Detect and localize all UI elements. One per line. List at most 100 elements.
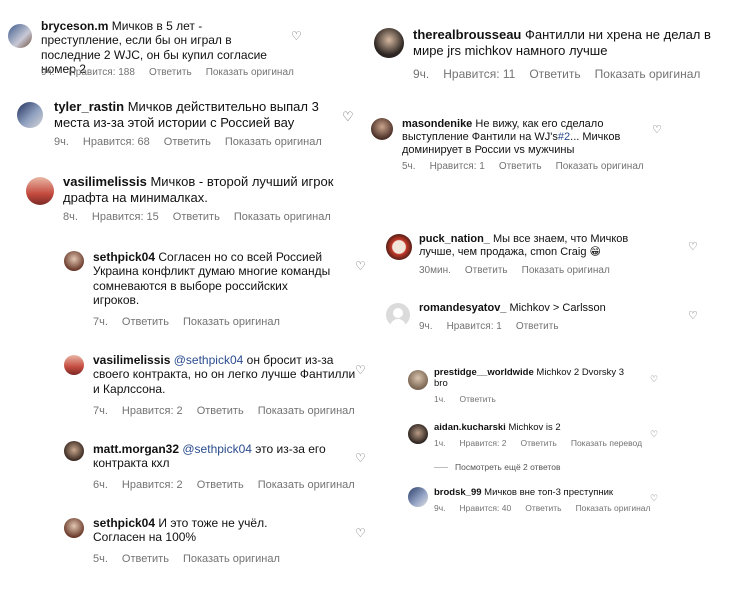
show-original-button[interactable]: Показать оригинал: [258, 405, 355, 417]
reply-button[interactable]: Ответить: [149, 67, 192, 78]
comment-username[interactable]: matt.morgan32: [93, 442, 179, 456]
heart-outline-icon[interactable]: ♡: [291, 30, 302, 42]
heart-outline-icon[interactable]: ♡: [355, 527, 366, 539]
comment-time: 9ч.: [54, 136, 69, 148]
reply-button[interactable]: Ответить: [465, 265, 508, 276]
comment-time: 7ч.: [93, 316, 108, 328]
comment-meta: 9ч. Нравится: 40 Ответить Показать оригинал: [434, 503, 665, 513]
reply-button[interactable]: Ответить: [164, 136, 211, 148]
mention-link[interactable]: @sethpick04: [182, 442, 252, 456]
show-original-button[interactable]: Показать оригинал: [556, 161, 644, 172]
hashtag-link[interactable]: #2: [558, 131, 570, 143]
person-body-icon: [390, 319, 406, 327]
heart-outline-icon[interactable]: ♡: [688, 242, 698, 253]
show-original-button[interactable]: Показать оригинал: [225, 136, 322, 148]
show-original-button[interactable]: Показать оригинал: [576, 503, 651, 513]
comment-meta: 8ч. Нравится: 15 Ответить Показать оригинал: [63, 211, 345, 223]
comment-username[interactable]: prestidge__worldwide: [434, 367, 534, 378]
reply-button[interactable]: Ответить: [197, 479, 244, 491]
comment-likes[interactable]: Нравится: 1: [430, 161, 485, 172]
avatar[interactable]: [64, 518, 84, 538]
comment-username[interactable]: puck_nation_: [419, 233, 490, 245]
comment-likes[interactable]: Нравится: 15: [92, 211, 159, 223]
comment-likes[interactable]: Нравится: 2: [460, 438, 507, 448]
heart-outline-icon[interactable]: ♡: [688, 311, 698, 322]
comment-username[interactable]: tyler_rastin: [54, 99, 124, 114]
reply-button[interactable]: Ответить: [197, 405, 244, 417]
show-original-button[interactable]: Показать оригинал: [183, 316, 280, 328]
reply-button[interactable]: Ответить: [516, 321, 559, 332]
comment-time: 6ч.: [93, 479, 108, 491]
comment-meta: 1ч. Нравится: 2 Ответить Показать перевод: [434, 438, 656, 448]
mention-link[interactable]: @sethpick04: [174, 353, 244, 367]
comment-likes[interactable]: Нравится: 1: [447, 321, 502, 332]
reply-button[interactable]: Ответить: [529, 67, 580, 81]
comment-likes[interactable]: Нравится: 68: [83, 136, 150, 148]
heart-outline-icon[interactable]: ♡: [650, 494, 658, 503]
heart-outline-icon[interactable]: ♡: [355, 452, 366, 464]
heart-outline-icon[interactable]: ♡: [355, 260, 366, 272]
show-translation-button[interactable]: Показать перевод: [571, 438, 642, 448]
comment-meta: 5ч. Нравится: 1 Ответить Показать оригинал: [402, 161, 658, 172]
comment-likes[interactable]: Нравится: 40: [460, 503, 512, 513]
comment-username[interactable]: vasilimelissis: [93, 353, 170, 367]
avatar[interactable]: [26, 177, 54, 205]
avatar[interactable]: [64, 355, 84, 375]
comment-username[interactable]: romandesyatov_: [419, 302, 506, 314]
avatar[interactable]: [408, 370, 428, 390]
avatar[interactable]: [408, 487, 428, 507]
comment-username[interactable]: aidan.kucharski: [434, 422, 506, 433]
avatar[interactable]: [64, 441, 84, 461]
comment-time: 9ч.: [413, 67, 430, 81]
comment-username[interactable]: bryceson.m: [41, 19, 108, 33]
comment-time: 9ч.: [41, 67, 55, 78]
reply-button[interactable]: Ответить: [460, 394, 496, 404]
view-more-replies-button[interactable]: Посмотреть ещё 2 ответов: [455, 462, 560, 472]
comment-username[interactable]: sethpick04: [93, 516, 155, 530]
comment-username[interactable]: sethpick04: [93, 250, 155, 264]
comment-text: Michkov is 2: [508, 422, 561, 433]
comment-meta: 9ч. Нравится: 1 Ответить: [419, 321, 573, 332]
avatar-placeholder[interactable]: [386, 303, 410, 327]
heart-outline-icon[interactable]: ♡: [652, 125, 662, 136]
avatar[interactable]: [64, 251, 84, 271]
comment-text: Мичков вне топ-3 преступник: [484, 487, 614, 498]
reply-button[interactable]: Ответить: [521, 438, 557, 448]
avatar[interactable]: [371, 118, 393, 140]
show-original-button[interactable]: Показать оригинал: [234, 211, 331, 223]
avatar[interactable]: [374, 28, 404, 58]
avatar[interactable]: [408, 424, 428, 444]
heart-outline-icon[interactable]: ♡: [650, 430, 658, 439]
comment-username[interactable]: therealbrousseau: [413, 27, 521, 42]
reply-button[interactable]: Ответить: [122, 316, 169, 328]
show-original-button[interactable]: Показать оригинал: [522, 265, 610, 276]
comment-likes[interactable]: Нравится: 11: [443, 67, 515, 81]
reply-button[interactable]: Ответить: [173, 211, 220, 223]
reply-button[interactable]: Ответить: [499, 161, 542, 172]
avatar[interactable]: [8, 24, 32, 48]
comment-time: 30мин.: [419, 265, 451, 276]
comment-meta: 9ч. Нравится: 11 Ответить Показать оригинал: [413, 67, 714, 81]
comment-time: 9ч.: [419, 321, 433, 332]
avatar[interactable]: [386, 234, 412, 260]
comment-likes[interactable]: Нравится: 2: [122, 479, 183, 491]
reply-button[interactable]: Ответить: [122, 553, 169, 565]
comment-username[interactable]: masondenike: [402, 118, 472, 130]
comment-meta: 5ч. Ответить Показать оригинал: [93, 553, 294, 565]
comment-likes[interactable]: Нравится: 188: [69, 67, 135, 78]
show-original-button[interactable]: Показать оригинал: [183, 553, 280, 565]
reply-button[interactable]: Ответить: [525, 503, 561, 513]
heart-outline-icon[interactable]: ♡: [342, 110, 354, 123]
comment-time: 8ч.: [63, 211, 78, 223]
comment-username[interactable]: vasilimelissis: [63, 174, 147, 189]
comment-meta: 7ч. Нравится: 2 Ответить Показать оригинал: [93, 405, 369, 417]
comment-likes[interactable]: Нравится: 2: [122, 405, 183, 417]
heart-outline-icon[interactable]: ♡: [355, 364, 366, 376]
show-original-button[interactable]: Показать оригинал: [595, 67, 701, 81]
comment-username[interactable]: brodsk_99: [434, 487, 482, 498]
heart-outline-icon[interactable]: ♡: [650, 375, 658, 384]
show-original-button[interactable]: Показать оригинал: [258, 479, 355, 491]
avatar[interactable]: [17, 102, 43, 128]
show-original-button[interactable]: Показать оригинал: [206, 67, 294, 78]
comment-meta: 7ч. Ответить Показать оригинал: [93, 316, 294, 328]
